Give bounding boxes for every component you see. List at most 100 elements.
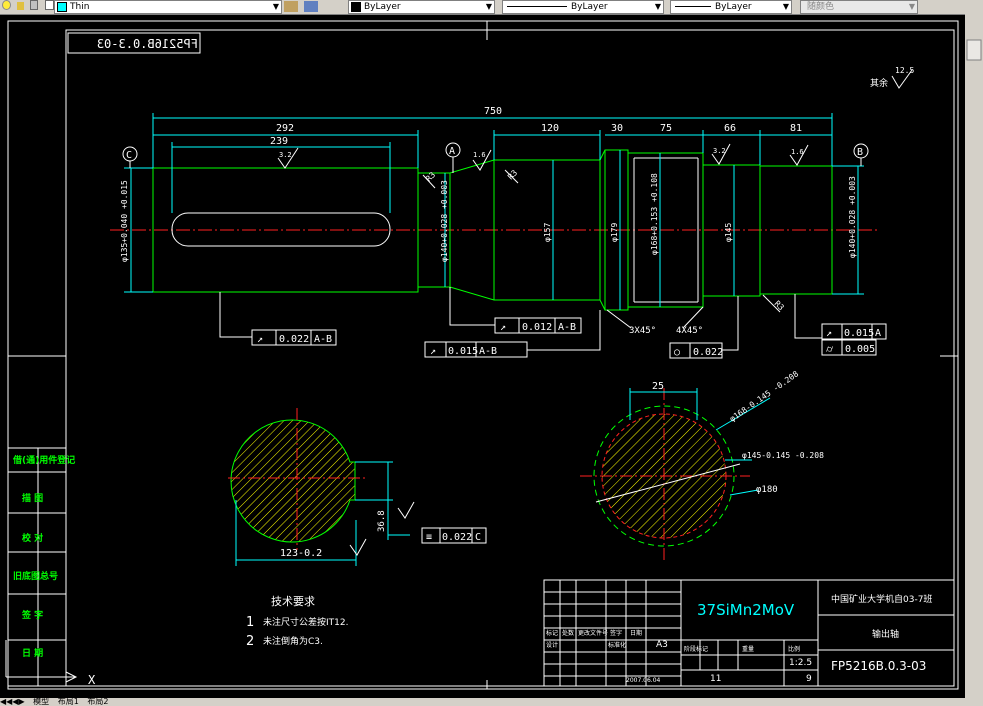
tol-ref: A [875,328,881,339]
plotstyle-combo[interactable]: 随颜色 ▼ [800,0,918,14]
tol-value: 0.022 [693,347,723,358]
row-label: 日期 [630,629,642,637]
row-label: 标记 [546,629,558,637]
material: 37SiMn2MoV [697,601,795,619]
row-label: 更改文件号 [578,629,608,637]
tech-req-text: 未注尺寸公差按IT12. [263,616,348,628]
school: 中国矿业大学机自03-7班 [831,593,932,605]
tol-symbol: ≡ [426,532,432,543]
side-label: 签 字 [21,609,43,621]
lineweight-combo[interactable]: ByLayer ▼ [670,0,792,14]
row2-label: 设计 [546,641,558,649]
layer-color-swatch [57,1,67,12]
spline-diameter: φ168-0.145 -0.208 [728,369,800,423]
roughness-1-6: 1.6 [473,151,486,159]
chamfer-label: 4X45° [676,326,703,336]
side-label: 旧底图总号 [13,570,58,582]
diameter-label: φ135+0.040 +0.015 [120,180,129,262]
roughness-note: 其余 12.5 [870,66,914,89]
print-icon [44,0,54,10]
radius-label: R3 [773,299,786,312]
tol-value: 0.022 [279,334,309,345]
lineweight-sample [675,6,711,7]
keyway-section: 123-0.2 36.8 ≡ 0.022 C [228,408,487,566]
tol-ref: A-B [558,322,576,333]
layer-previous-icon[interactable] [304,1,318,12]
linetype-combo[interactable]: ByLayer ▼ [502,0,664,14]
stage-label: 比例 [788,645,800,653]
spline-diameter: φ145-0.145 -0.208 [742,451,824,460]
row-label: 处数 [562,629,574,637]
vertical-scrollbar[interactable] [965,14,983,698]
dim-66: 66 [724,123,736,134]
dim-239: 239 [270,136,288,147]
datum-c: C [126,150,132,161]
part-name: 输出轴 [872,628,899,640]
chevron-down-icon: ▼ [654,2,661,11]
dim-292: 292 [276,123,294,134]
sheet-n9: 9 [806,674,812,684]
tol-value: 0.015 [448,346,478,357]
tol-symbol: ○ [674,347,680,358]
ucs-icon: X [5,640,96,687]
diameter-label: φ157 [543,223,552,242]
dimension-texts: 750 292 239 120 30 75 66 81 [270,106,802,147]
row-label: 签字 [610,629,622,637]
color-swatch [351,1,361,12]
scrollbar-thumb[interactable] [966,39,982,61]
roughness-3-2: 3.2 [279,151,292,159]
color-combo[interactable]: ByLayer ▼ [348,0,495,14]
radius-label: R3 [506,168,519,181]
axis-x-label: X [88,673,96,687]
layer-combo[interactable]: Thin ▼ [54,0,282,14]
tol-ref: A-B [479,346,497,357]
layer-state-icons[interactable] [2,0,62,13]
roughness-label: 其余 [870,77,888,89]
sun-icon [17,2,25,10]
tech-req-num: 1 [246,615,254,630]
tol-ref: C [475,532,481,543]
radius-label: R3 [424,170,437,183]
section-depth: 36.8 [377,510,387,532]
tol-value: 0.015 [844,328,874,339]
plotstyle-combo-value: 随颜色 [807,2,835,12]
diameter-labels: φ135+0.040 +0.015 φ140+0.028 +0.003 φ157… [120,173,857,262]
tol-value: 0.005 [845,344,875,355]
color-combo-value: ByLayer [364,2,401,12]
dim-75: 75 [660,123,672,134]
properties-toolbar: Thin ▼ ByLayer ▼ ByLayer ▼ ByLayer ▼ 随颜色… [0,0,983,15]
chevron-down-icon: ▼ [782,2,789,11]
diameter-label: φ168+0.153 +0.108 [650,173,659,255]
layer-combo-value: Thin [70,2,90,12]
chamfer-label: 3X45° [629,326,656,336]
sheet-a: A3 [656,640,668,650]
tol-ref: A-B [314,334,332,345]
roughness-value: 12.5 [895,66,914,75]
nav-arrow-icon[interactable]: ◀◀◀▶ [0,697,25,706]
dim-120: 120 [541,123,559,134]
tol-value: 0.012 [522,322,552,333]
drawing-code: FP5216B.0.3-03 [831,659,926,673]
tab-layout1[interactable]: 布局1 [58,697,79,706]
drawing-canvas[interactable]: 借(通)用件登记 描 图 校 对 旧底图总号 签 字 日 期 FP5216B.0… [0,14,983,698]
tol-symbol: ↗ [430,346,436,357]
tech-req-text: 未注倒角为C3. [263,635,323,647]
datum-a: A [449,146,455,157]
side-label: 校 对 [22,532,43,544]
sheet-n11: 11 [710,674,721,684]
tech-req-num: 2 [246,634,254,649]
tol-symbol: ↗ [257,334,263,345]
layer-manager-icon[interactable] [284,1,298,12]
mirrored-code: FP5216B.0.3-03 [97,37,198,51]
technical-requirements: 技术要求 1 未注尺寸公差按IT12. 2 未注倒角为C3. [246,595,348,649]
spline-dim-25: 25 [652,381,664,392]
tab-layout2[interactable]: 布局2 [87,697,108,706]
tab-model[interactable]: 模型 [33,697,49,706]
surface-roughness-marks [277,143,809,171]
diameter-label: φ145 [724,223,733,242]
diameter-label: φ140+0.028 +0.003 [848,176,857,258]
tol-symbol: ↗ [500,322,506,333]
dim-30: 30 [611,123,623,134]
dim-750: 750 [484,106,502,117]
chevron-down-icon: ▼ [272,2,279,11]
